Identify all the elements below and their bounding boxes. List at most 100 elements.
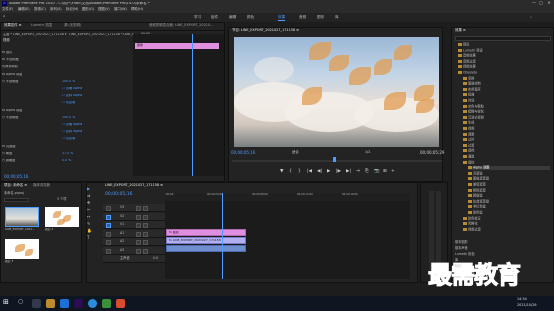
tab-project[interactable]: 项目: 未命名 ≡ xyxy=(4,183,27,187)
lock-icon[interactable] xyxy=(106,231,111,237)
ec-row-value[interactable]: ☐ 反转 Alpha xyxy=(62,94,82,97)
track-header[interactable]: A2 xyxy=(103,238,165,246)
workspace-tab-libraries[interactable]: 库 xyxy=(335,15,339,20)
track-header[interactable]: V2 xyxy=(103,212,165,221)
program-monitor-title[interactable]: 节目: LINE_EXPORT_2021027_171158 ≡ xyxy=(232,28,299,32)
export-frame-button[interactable]: 📷 xyxy=(374,169,380,175)
effects-tree-item[interactable]: 图像遮罩键 xyxy=(468,177,550,181)
ec-row-value[interactable]: 37.0 % xyxy=(62,152,73,155)
eye-icon[interactable] xyxy=(143,248,148,254)
eye-icon[interactable] xyxy=(143,223,148,228)
eye-icon[interactable] xyxy=(143,206,148,211)
eye-icon[interactable] xyxy=(143,240,148,245)
razor-tool-icon[interactable]: ✂ xyxy=(87,208,90,212)
lock-icon[interactable] xyxy=(106,248,111,254)
menu-help[interactable]: 帮助(H) xyxy=(131,7,143,11)
zoom-fit-dropdown[interactable]: 适合 xyxy=(292,150,299,154)
workspace-tab-audio[interactable]: 音频 xyxy=(299,15,306,20)
taskbar-clock-time[interactable]: 14:54 xyxy=(517,297,527,301)
taskbar-clock-date[interactable]: 2021/10/26 xyxy=(517,303,537,307)
workspace-tab-effects[interactable]: 效果 xyxy=(278,15,286,22)
maximize-button[interactable]: □ xyxy=(538,1,544,6)
tab-effect-controls[interactable]: 效果控件 ≡ xyxy=(4,23,21,27)
track-header[interactable]: A3 xyxy=(103,246,165,255)
timeline-clip-video[interactable]: fx LINE_EXPORT_2021027_171158 xyxy=(166,237,246,244)
effects-tree-item[interactable]: 图像控制 xyxy=(463,82,550,86)
ec-playhead[interactable] xyxy=(192,34,193,176)
project-thumb-2[interactable] xyxy=(45,207,79,227)
tab-source[interactable]: 源:(无剪辑) xyxy=(64,23,81,27)
workspace-tab-editing[interactable]: 编辑 xyxy=(229,15,236,20)
effects-tree-item[interactable]: 非红色键 xyxy=(468,205,550,209)
browser-icon[interactable] xyxy=(88,299,97,308)
go-to-in-button[interactable]: |◀ xyxy=(307,169,312,175)
effects-tree-item[interactable]: 移除遮罩 xyxy=(468,188,550,193)
lift-button[interactable]: ⇥ xyxy=(356,169,360,175)
tab-media-browser[interactable]: 媒体浏览器 xyxy=(33,183,50,187)
edge-icon[interactable] xyxy=(60,299,69,308)
lock-icon[interactable] xyxy=(106,240,111,245)
app-icon[interactable] xyxy=(116,299,125,308)
timeline-timecode[interactable]: 00;00;05;16 xyxy=(105,192,132,198)
effects-tree-item[interactable]: 透视 xyxy=(463,149,550,153)
comparison-view-button[interactable]: ⊞ xyxy=(383,169,387,175)
track-header[interactable]: 主声道 0.0 xyxy=(103,255,165,263)
effects-tree-item[interactable]: 生成 xyxy=(463,121,550,125)
add-marker-button[interactable]: ▼ xyxy=(280,169,283,175)
workspace-tab-color[interactable]: 颜色 xyxy=(247,15,254,20)
button-editor-button[interactable]: + xyxy=(391,169,395,175)
tab-lumetri-scopes[interactable]: Lumetri 范围 xyxy=(31,23,52,27)
resolution-dropdown[interactable]: 1/2 xyxy=(365,150,370,154)
effects-tree-item[interactable]: 亮度键 xyxy=(468,172,550,176)
ec-row-value[interactable]: 0.0 % xyxy=(62,159,71,162)
eye-icon[interactable] xyxy=(143,214,148,220)
lock-icon[interactable] xyxy=(106,223,111,228)
effects-bottom-panel-tab[interactable]: 库 xyxy=(455,258,458,262)
effects-search-input[interactable] xyxy=(455,36,551,41)
program-current-timecode[interactable]: 00;00;05;16 xyxy=(231,151,255,155)
task-view-icon[interactable] xyxy=(32,299,41,308)
effects-tree-item[interactable]: 视频过渡 xyxy=(463,228,550,232)
toggle-icon[interactable] xyxy=(136,214,141,220)
ec-row-value[interactable]: 100.0 % xyxy=(62,80,75,83)
effects-tree-item[interactable]: 调整 xyxy=(463,132,550,137)
track-header[interactable]: V1 xyxy=(103,221,165,229)
search-icon[interactable]: ○ xyxy=(18,299,27,308)
type-tool-icon[interactable]: T xyxy=(87,236,89,240)
program-playhead[interactable] xyxy=(333,157,336,162)
effects-tree-item[interactable]: Obsolete xyxy=(458,71,550,75)
effects-tree-item[interactable]: 音频效果 xyxy=(458,54,550,58)
timeline-sequence-tab[interactable]: LINE_EXPORT_2021027_171158 ≡ xyxy=(105,183,163,187)
ec-keyframe-area[interactable] xyxy=(133,34,224,176)
project-thumb-3[interactable] xyxy=(5,239,39,259)
extract-button[interactable]: ⎘ xyxy=(365,169,369,175)
home-icon[interactable]: ⌂ xyxy=(3,14,5,19)
effects-tree-item[interactable]: 实用程序 xyxy=(463,88,550,92)
ec-timecode[interactable]: 00;00;05;16 xyxy=(4,175,28,179)
effects-tree-item[interactable]: Lumetri 预设 xyxy=(458,48,550,53)
effects-tree-item[interactable]: 键控 xyxy=(463,160,550,165)
lock-icon[interactable] xyxy=(106,214,111,220)
effects-tree-item[interactable]: 过时 xyxy=(463,138,550,142)
slip-tool-icon[interactable]: ↔ xyxy=(87,215,90,219)
effects-bottom-panel-tab[interactable]: 标记 xyxy=(455,264,461,268)
effects-tree-item[interactable]: 时间 xyxy=(463,99,550,103)
hand-tool-icon[interactable]: ✋ xyxy=(87,229,92,233)
mark-out-button[interactable]: } xyxy=(298,169,301,175)
track-header[interactable]: A1 xyxy=(103,229,165,238)
workspace-tab-assembly[interactable]: 组件 xyxy=(211,15,218,20)
ec-row-value[interactable]: ☐ 仅蒙版 xyxy=(62,101,75,104)
minimize-button[interactable]: — xyxy=(531,1,537,6)
effects-bottom-panel-tab[interactable]: 基本图形 xyxy=(455,240,468,244)
effects-tree-item[interactable]: 视频效果 xyxy=(458,65,550,69)
toggle-icon[interactable] xyxy=(136,240,141,245)
ripple-edit-tool-icon[interactable]: ✥ xyxy=(87,201,90,205)
search-icon[interactable]: ⌕ xyxy=(530,15,532,20)
effects-tree-item[interactable]: 预设 xyxy=(458,43,550,47)
effects-tree-item[interactable]: 视频 xyxy=(463,127,550,131)
effects-tree-item[interactable]: 颜色键 xyxy=(468,211,550,215)
effects-tree-item[interactable]: 音频过渡 xyxy=(458,60,550,64)
project-search-input[interactable] xyxy=(4,198,29,202)
timeline-ruler[interactable]: :00;00 00;00;04;00 00;00;08;00 00;00;12;… xyxy=(165,193,410,201)
file-explorer-icon[interactable] xyxy=(46,299,55,308)
